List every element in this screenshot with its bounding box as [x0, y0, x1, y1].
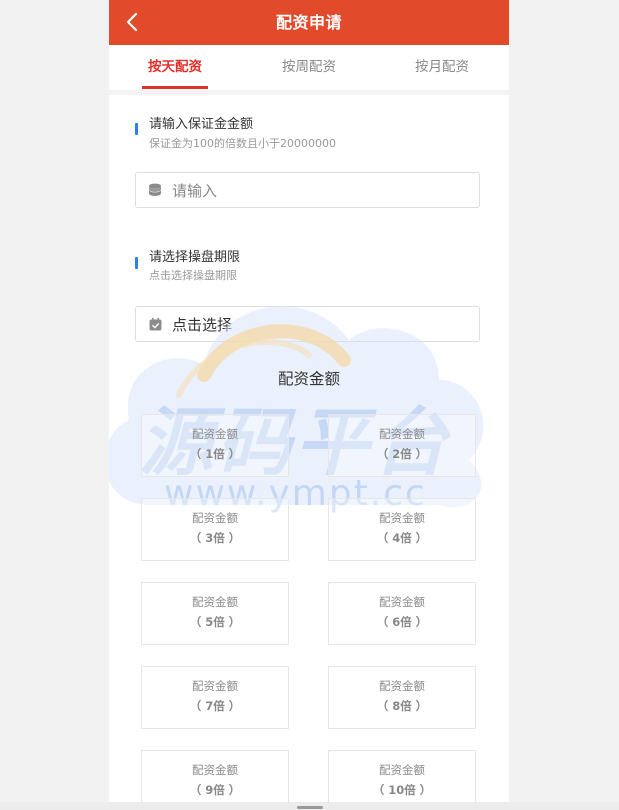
- card-multiple: （ 3倍 ）: [189, 531, 241, 545]
- card-multiple: （ 2倍 ）: [376, 447, 428, 461]
- multiple-card-1[interactable]: 配资金额 （ 1倍 ）: [141, 414, 289, 477]
- page-title: 配资申请: [275, 13, 342, 32]
- card-label: 配资金额: [192, 679, 238, 693]
- tab-bar: 按天配资 按周配资 按月配资: [109, 45, 509, 95]
- active-tab-indicator: [142, 86, 208, 89]
- card-multiple: （ 7倍 ）: [189, 699, 241, 713]
- deposit-title: 请输入保证金金额: [149, 117, 254, 132]
- period-title: 请选择操盘期限: [149, 250, 241, 265]
- multiple-card-9[interactable]: 配资金额 （ 9倍 ）: [141, 750, 289, 810]
- card-multiple: （ 1倍 ）: [189, 447, 241, 461]
- period-hint: 点击选择操盘期限: [149, 269, 237, 282]
- card-label: 配资金额: [192, 595, 238, 609]
- section-marker: [135, 123, 138, 135]
- card-multiple: （ 9倍 ）: [189, 783, 241, 797]
- card-label: 配资金额: [192, 763, 238, 777]
- card-label: 配资金额: [379, 763, 425, 777]
- tab-monthly[interactable]: 按月配资: [397, 45, 487, 90]
- card-label: 配资金额: [379, 511, 425, 525]
- multiple-card-8[interactable]: 配资金额 （ 8倍 ）: [328, 666, 476, 729]
- multiples-title: 配资金额: [277, 370, 340, 388]
- calendar-icon: [147, 316, 163, 332]
- card-label: 配资金额: [379, 679, 425, 693]
- deposit-input[interactable]: 请输入: [135, 172, 480, 208]
- tab-daily[interactable]: 按天配资: [130, 45, 220, 90]
- multiple-card-2[interactable]: 配资金额 （ 2倍 ）: [328, 414, 476, 477]
- deposit-hint: 保证金为100的倍数且小于20000000: [149, 137, 336, 150]
- app-screen: 配资申请 按天配资 按周配资 按月配资 请输入保证金金额 保证金为100的倍数且…: [109, 0, 509, 810]
- deposit-placeholder: 请输入: [172, 181, 218, 200]
- tab-weekly[interactable]: 按周配资: [264, 45, 354, 90]
- header-bar: 配资申请: [109, 0, 509, 45]
- multiple-card-3[interactable]: 配资金额 （ 3倍 ）: [141, 498, 289, 561]
- card-multiple: （ 10倍 ）: [372, 783, 432, 797]
- card-label: 配资金额: [379, 427, 425, 441]
- home-indicator: [297, 806, 323, 809]
- multiple-card-5[interactable]: 配资金额 （ 5倍 ）: [141, 582, 289, 645]
- section-marker: [135, 257, 138, 269]
- period-value: 点击选择: [172, 315, 233, 334]
- coins-icon: [147, 182, 163, 198]
- card-multiple: （ 5倍 ）: [189, 615, 241, 629]
- period-select[interactable]: 点击选择: [135, 306, 480, 342]
- multiple-card-10[interactable]: 配资金额 （ 10倍 ）: [328, 750, 476, 810]
- card-multiple: （ 4倍 ）: [376, 531, 428, 545]
- card-multiple: （ 8倍 ）: [376, 699, 428, 713]
- card-label: 配资金额: [379, 595, 425, 609]
- card-multiple: （ 6倍 ）: [376, 615, 428, 629]
- multiple-card-7[interactable]: 配资金额 （ 7倍 ）: [141, 666, 289, 729]
- card-label: 配资金额: [192, 427, 238, 441]
- multiple-card-6[interactable]: 配资金额 （ 6倍 ）: [328, 582, 476, 645]
- multiple-card-4[interactable]: 配资金额 （ 4倍 ）: [328, 498, 476, 561]
- card-label: 配资金额: [192, 511, 238, 525]
